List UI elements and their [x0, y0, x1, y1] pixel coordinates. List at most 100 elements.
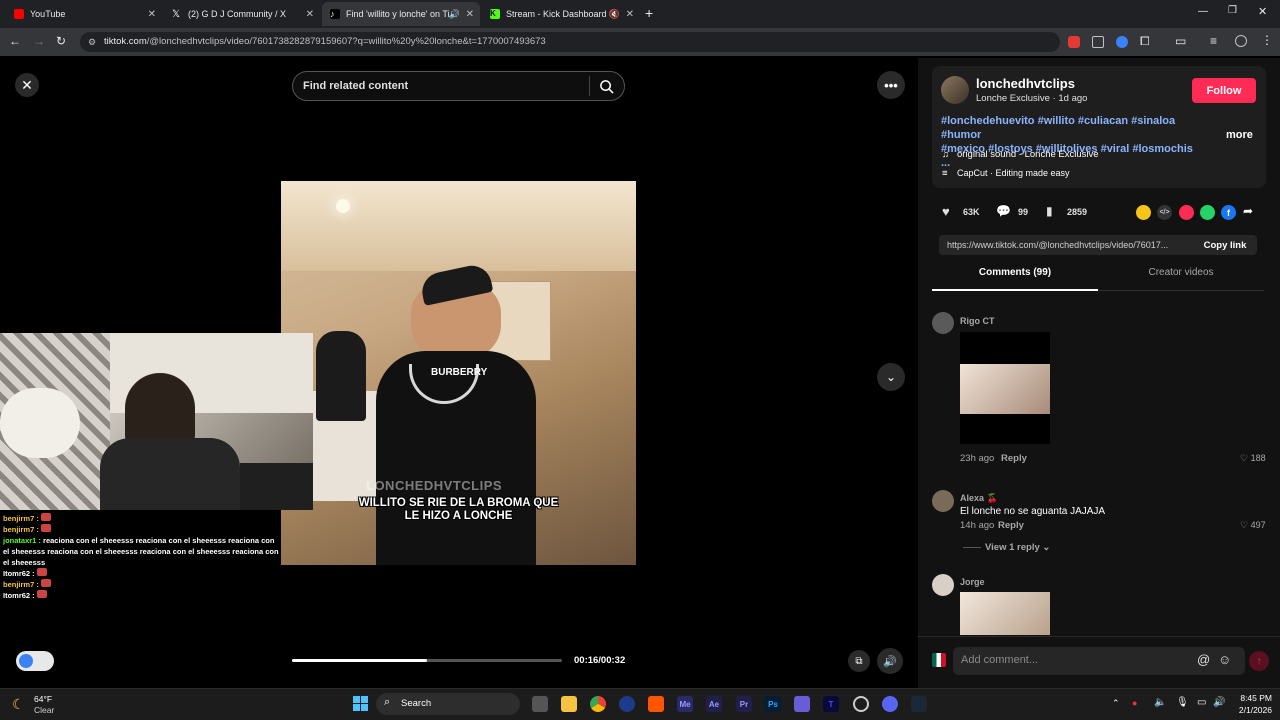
comment-author[interactable]: Alexa 🍒: [960, 493, 998, 504]
bookmark-icon[interactable]: ▮: [1046, 204, 1053, 218]
task-view-icon[interactable]: [532, 696, 548, 712]
mute-icon[interactable]: 🔇: [609, 9, 620, 20]
search-icon[interactable]: [599, 79, 614, 94]
taskbar-search[interactable]: ⌕ Search: [376, 693, 520, 715]
speaker-tray-icon[interactable]: 🔊: [1213, 697, 1225, 708]
mention-icon[interactable]: @: [1197, 652, 1210, 667]
comment-image[interactable]: [960, 332, 1050, 444]
share-tiktok-icon[interactable]: [1179, 205, 1194, 220]
whatsapp-icon[interactable]: [1200, 205, 1215, 220]
facebook-icon[interactable]: f: [1221, 205, 1236, 220]
more-link[interactable]: more: [1226, 129, 1253, 141]
tab-kick-dashboard[interactable]: K Stream - Kick Dashboard 🔇 ✕: [482, 2, 640, 26]
share-friends-icon[interactable]: [1136, 205, 1151, 220]
capcut-link[interactable]: CapCut · Editing made easy: [957, 168, 1070, 178]
back-icon[interactable]: ←: [9, 34, 21, 48]
comment-icon[interactable]: 💬: [996, 204, 1011, 218]
view-replies-button[interactable]: View 1 reply ⌄: [985, 542, 1050, 553]
tab-comments[interactable]: Comments (99): [932, 267, 1098, 291]
video-frame[interactable]: BURBERRY LONCHEDHVTCLIPS WILLITO SE RIE …: [281, 181, 636, 565]
reply-button[interactable]: Reply: [998, 520, 1024, 531]
premiere-icon[interactable]: Pr: [736, 696, 752, 712]
minimize-button[interactable]: —: [1198, 6, 1208, 17]
speaker-icon[interactable]: 🔊: [449, 9, 460, 20]
avatar[interactable]: [932, 312, 954, 334]
app-icon[interactable]: T: [823, 696, 839, 712]
chevron-down-icon[interactable]: ⌄: [877, 363, 905, 391]
close-tab-icon[interactable]: ✕: [626, 9, 634, 20]
comment-author[interactable]: Rigo CT: [960, 316, 995, 326]
reload-icon[interactable]: ↻: [56, 34, 66, 48]
tray-app-icon[interactable]: ●: [1132, 698, 1137, 708]
comment-like[interactable]: ♡ 188: [1240, 453, 1266, 464]
close-tab-icon[interactable]: ✕: [466, 9, 474, 20]
browser-menu-icon[interactable]: ⋮: [1261, 33, 1273, 47]
volume-tray-icon[interactable]: 🔈: [1154, 697, 1166, 708]
volume-icon[interactable]: 🔊: [877, 648, 903, 674]
microphone-icon[interactable]: 🎙: [1176, 697, 1189, 708]
floating-player-icon[interactable]: ⧉: [848, 650, 870, 672]
close-window-button[interactable]: ✕: [1258, 5, 1267, 18]
steam-icon[interactable]: [911, 696, 927, 712]
close-tab-icon[interactable]: ✕: [148, 9, 156, 20]
avatar[interactable]: [932, 490, 954, 512]
emoji-icon[interactable]: ☺: [1218, 652, 1231, 667]
windows-start-icon[interactable]: [353, 696, 368, 711]
file-explorer-icon[interactable]: [561, 696, 577, 712]
comment-like[interactable]: ♡ 497: [1240, 520, 1266, 531]
close-video-button[interactable]: ✕: [15, 73, 39, 97]
clock-time[interactable]: 8:45 PM: [1232, 693, 1272, 703]
app-icon[interactable]: [853, 696, 869, 712]
show-hidden-icons[interactable]: ⌃: [1112, 698, 1120, 709]
heart-icon[interactable]: ♥: [942, 204, 950, 219]
address-bar[interactable]: ⚙ tiktok.com/@lonchedhvtclips/video/7601…: [80, 32, 1060, 52]
tab-creator-videos[interactable]: Creator videos: [1098, 267, 1264, 291]
reply-button[interactable]: Reply: [1001, 453, 1027, 464]
soundcloud-icon[interactable]: [648, 696, 664, 712]
author-avatar[interactable]: [941, 76, 969, 104]
add-comment-input[interactable]: Add comment...: [961, 654, 1038, 666]
sound-link[interactable]: original sound - Lonche Exclusive: [957, 149, 1099, 160]
comment-author[interactable]: Jorge: [960, 577, 985, 587]
chrome-icon[interactable]: [590, 696, 606, 712]
site-info-icon[interactable]: ⚙: [88, 32, 96, 52]
extensions-puzzle-icon[interactable]: ⧠: [1140, 34, 1150, 49]
embed-icon[interactable]: </>: [1157, 205, 1172, 220]
share-arrow-icon[interactable]: ➦: [1243, 204, 1253, 218]
profile-avatar-icon[interactable]: [1235, 35, 1247, 47]
forward-icon[interactable]: →: [33, 34, 45, 48]
weather-temp[interactable]: 64°F: [34, 694, 52, 704]
tab-tiktok[interactable]: ♪ Find 'willito y lonche' on Ti 🔊 ✕: [322, 2, 480, 26]
media-encoder-icon[interactable]: Me: [677, 696, 693, 712]
after-effects-icon[interactable]: Ae: [706, 696, 722, 712]
follow-button[interactable]: Follow: [1192, 78, 1256, 103]
extension-adblock-icon[interactable]: [1068, 36, 1080, 48]
hashtag-line[interactable]: #lonchedehuevito #willito #culiacan #sin…: [941, 114, 1201, 142]
toggle-switch[interactable]: [16, 651, 54, 671]
sidepanel-icon[interactable]: ▭: [1175, 34, 1186, 48]
restore-button[interactable]: ❐: [1228, 5, 1237, 16]
progress-track[interactable]: [292, 659, 562, 662]
tab-x-community[interactable]: 𝕏 (2) G D J Community / X ✕: [164, 2, 320, 26]
search-input[interactable]: Find related content: [303, 80, 408, 92]
author-username[interactable]: lonchedhvtclips: [976, 76, 1075, 91]
photoshop-icon[interactable]: Ps: [765, 696, 781, 712]
app-icon[interactable]: [619, 696, 635, 712]
related-search-box[interactable]: Find related content: [292, 71, 625, 101]
extension-icon[interactable]: [1092, 36, 1104, 48]
tab-youtube[interactable]: YouTube ✕: [6, 2, 162, 26]
extension-icon[interactable]: [1116, 36, 1128, 48]
media-controls-icon[interactable]: ≡: [1210, 34, 1217, 48]
new-tab-button[interactable]: +: [645, 5, 659, 21]
close-tab-icon[interactable]: ✕: [306, 9, 314, 20]
copy-link-button[interactable]: Copy link: [1193, 235, 1257, 255]
post-comment-button[interactable]: ↑: [1249, 651, 1269, 671]
app-icon[interactable]: [794, 696, 810, 712]
avatar[interactable]: [932, 574, 954, 596]
more-options-icon[interactable]: •••: [877, 71, 905, 99]
video-url-field[interactable]: https://www.tiktok.com/@lonchedhvtclips/…: [939, 235, 1193, 255]
discord-icon[interactable]: [882, 696, 898, 712]
add-comment-field[interactable]: Add comment... @ ☺: [953, 647, 1245, 675]
comment-image[interactable]: [960, 592, 1050, 635]
network-icon[interactable]: ▭: [1197, 697, 1206, 708]
